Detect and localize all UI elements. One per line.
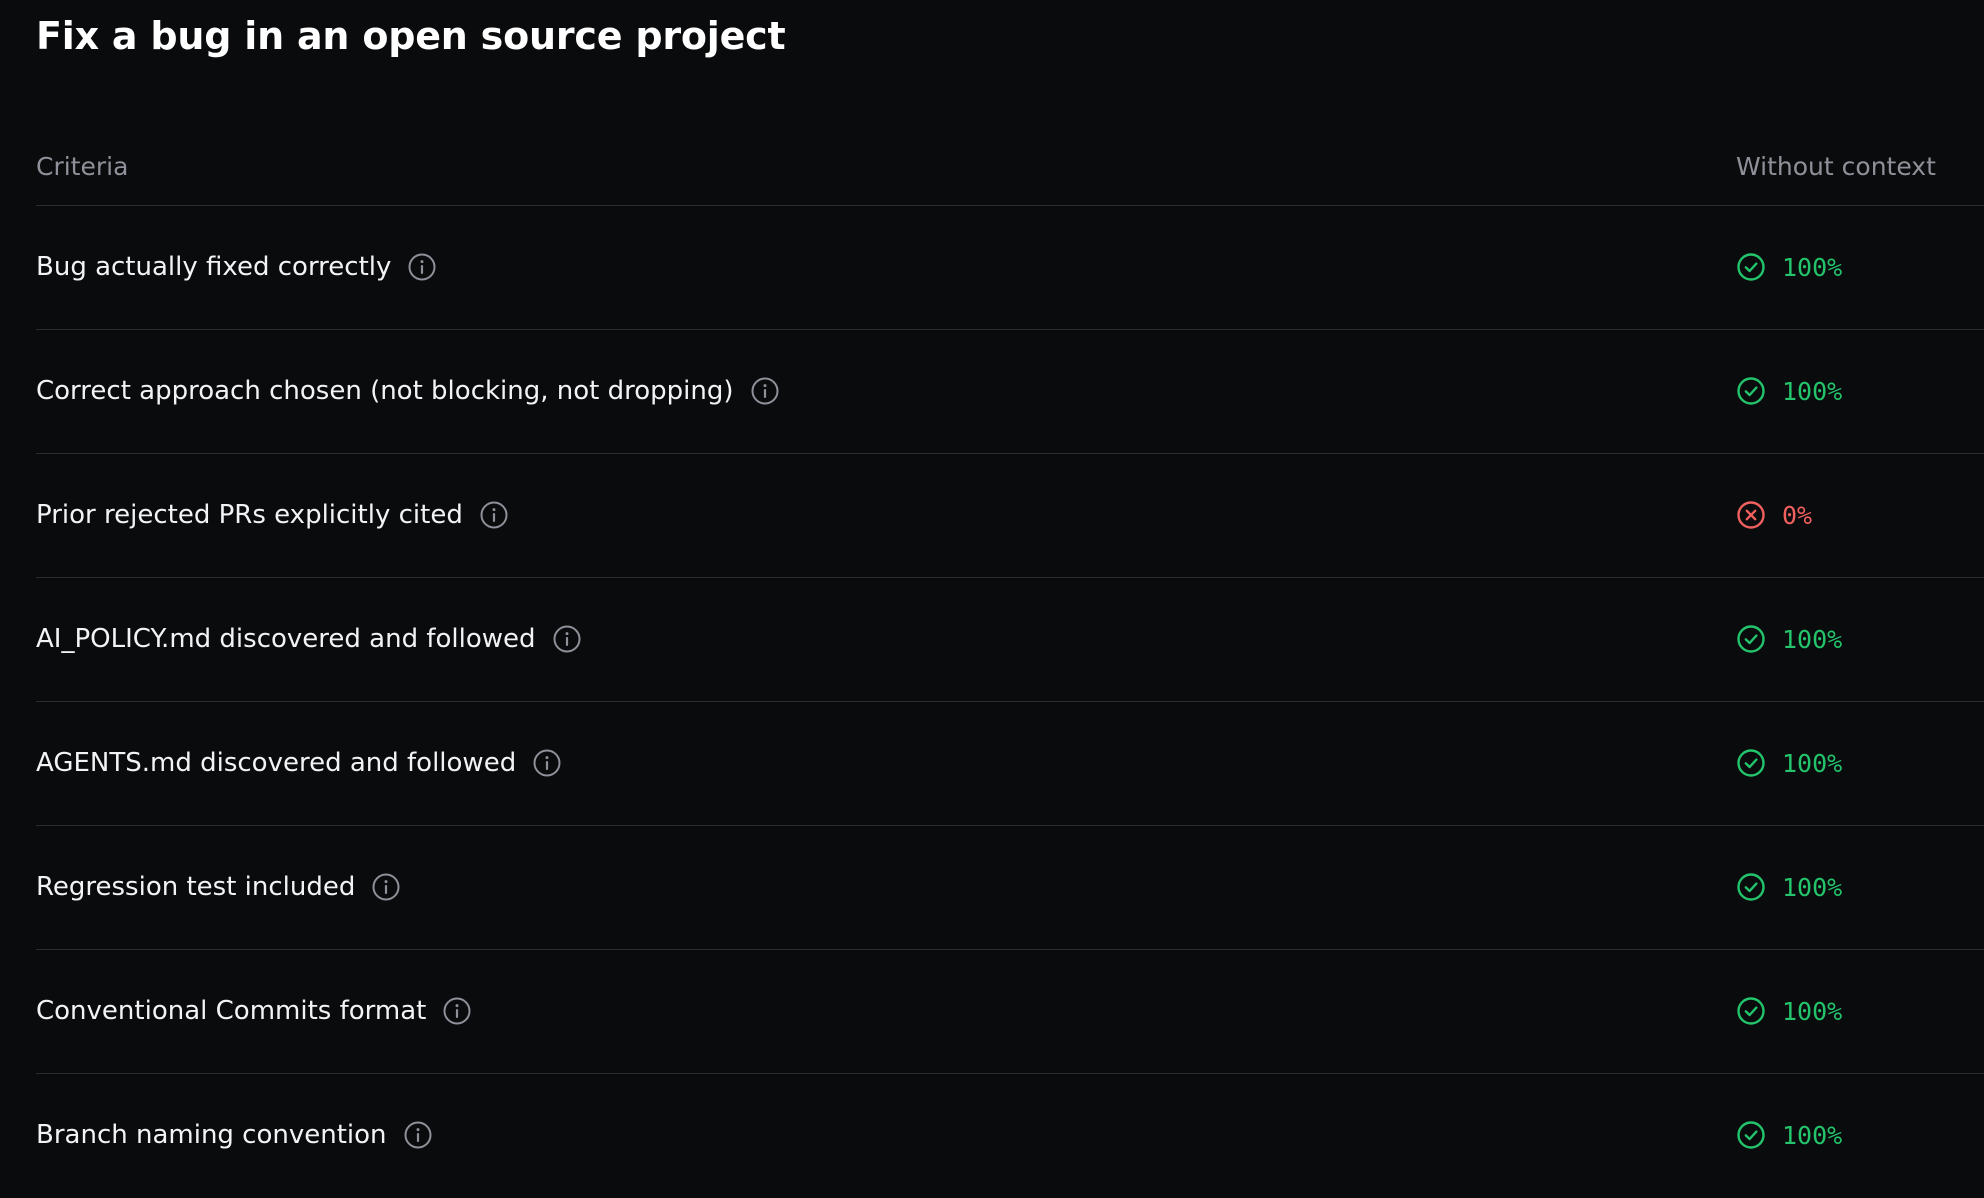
table-row: Prior rejected PRs explicitly cited 0% (36, 454, 1984, 578)
info-icon[interactable] (407, 252, 437, 282)
result-cell: 100% (1736, 702, 1842, 824)
result-cell: 100% (1736, 578, 1842, 700)
criterion-cell: AGENTS.md discovered and followed (36, 702, 562, 824)
result-cell: 0% (1736, 454, 1812, 576)
table-row: Bug actually fixed correctly 100% (36, 206, 1984, 330)
info-icon[interactable] (442, 996, 472, 1026)
x-circle-icon (1736, 500, 1766, 530)
result-cell: 100% (1736, 1074, 1842, 1196)
info-icon[interactable] (371, 872, 401, 902)
criterion-label: Correct approach chosen (not blocking, n… (36, 376, 734, 406)
criterion-cell: Branch naming convention (36, 1074, 433, 1196)
check-circle-icon (1736, 996, 1766, 1026)
criterion-label: Branch naming convention (36, 1120, 387, 1150)
info-icon[interactable] (479, 500, 509, 530)
criterion-cell: AI_POLICY.md discovered and followed (36, 578, 582, 700)
info-icon[interactable] (532, 748, 562, 778)
info-icon[interactable] (750, 376, 780, 406)
criterion-label: Bug actually fixed correctly (36, 252, 392, 282)
result-value: 100% (1782, 376, 1843, 406)
table-row: Correct approach chosen (not blocking, n… (36, 330, 1984, 454)
criterion-cell: Conventional Commits format (36, 950, 472, 1072)
info-icon[interactable] (552, 624, 582, 654)
check-circle-icon (1736, 748, 1766, 778)
criterion-cell: Regression test included (36, 826, 401, 948)
criterion-label: AGENTS.md discovered and followed (36, 748, 517, 778)
result-value: 100% (1782, 996, 1843, 1026)
result-value: 100% (1782, 252, 1843, 282)
criterion-label: Regression test included (36, 872, 356, 902)
check-circle-icon (1736, 624, 1766, 654)
result-value: 100% (1782, 1120, 1843, 1150)
page-title: Fix a bug in an open source project (36, 14, 786, 58)
criterion-cell: Prior rejected PRs explicitly cited (36, 454, 509, 576)
result-cell: 100% (1736, 950, 1842, 1072)
table-row: AI_POLICY.md discovered and followed 100% (36, 578, 1984, 702)
check-circle-icon (1736, 252, 1766, 282)
result-cell: 100% (1736, 330, 1842, 452)
criterion-label: Conventional Commits format (36, 996, 427, 1026)
header-without-context: Without context (1736, 152, 1936, 181)
result-value: 0% (1782, 500, 1813, 530)
table-row: Conventional Commits format 100% (36, 950, 1984, 1074)
check-circle-icon (1736, 376, 1766, 406)
result-cell: 100% (1736, 826, 1842, 948)
table-body: Bug actually fixed correctly 100% Correct … (36, 206, 1984, 1198)
check-circle-icon (1736, 872, 1766, 902)
criterion-label: Prior rejected PRs explicitly cited (36, 500, 463, 530)
criterion-cell: Correct approach chosen (not blocking, n… (36, 330, 780, 452)
info-icon[interactable] (403, 1120, 433, 1150)
table-header: Criteria Without context (36, 128, 1984, 206)
result-value: 100% (1782, 624, 1843, 654)
check-circle-icon (1736, 1120, 1766, 1150)
criterion-cell: Bug actually fixed correctly (36, 206, 437, 328)
table-row: AGENTS.md discovered and followed 100% (36, 702, 1984, 826)
table-row: Regression test included 100% (36, 826, 1984, 950)
header-criteria: Criteria (36, 152, 129, 181)
result-value: 100% (1782, 872, 1843, 902)
result-cell: 100% (1736, 206, 1842, 328)
criterion-label: AI_POLICY.md discovered and followed (36, 624, 536, 654)
page: Fix a bug in an open source project Crit… (36, 0, 1984, 1190)
table-row: Branch naming convention 100% (36, 1074, 1984, 1198)
result-value: 100% (1782, 748, 1843, 778)
